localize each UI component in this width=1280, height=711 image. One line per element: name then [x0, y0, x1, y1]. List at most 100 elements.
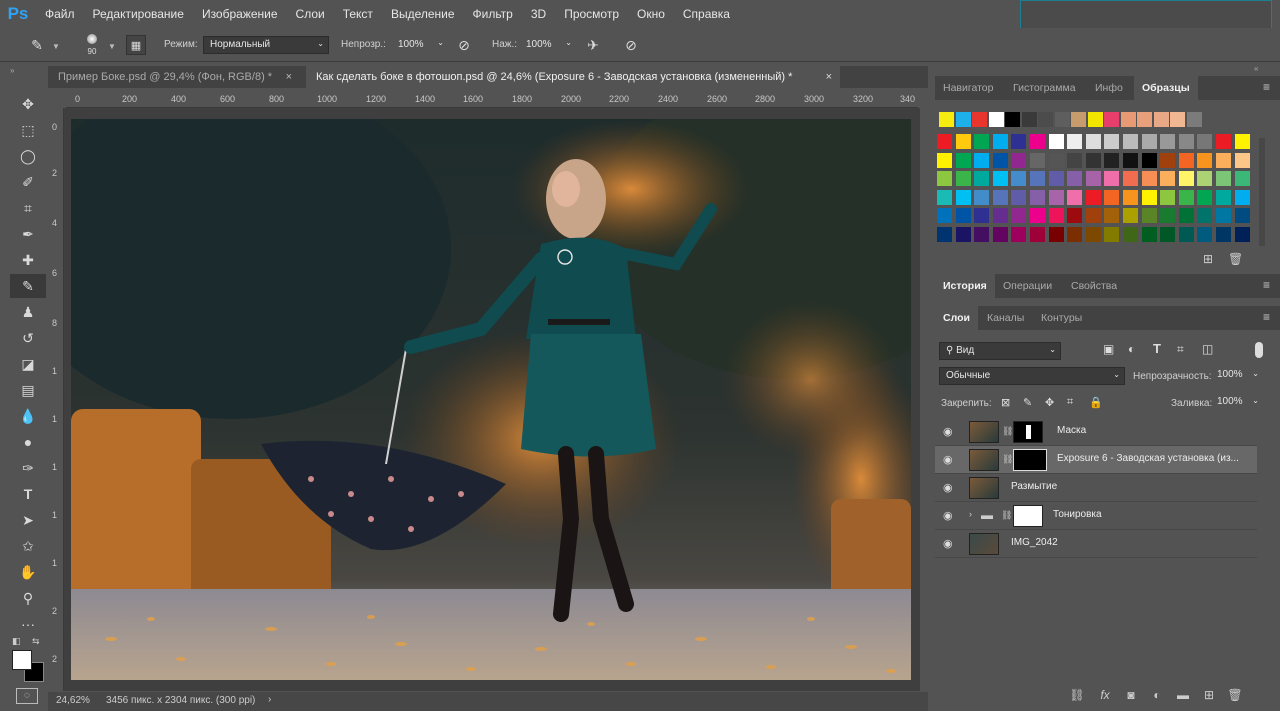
color-swatch[interactable]: [1104, 152, 1120, 168]
tab-layers[interactable]: Слои: [935, 306, 978, 330]
pen-tool-icon[interactable]: ✑: [10, 456, 46, 480]
color-swatch[interactable]: [1137, 112, 1152, 127]
color-swatch[interactable]: [1197, 152, 1213, 168]
filter-smart-object-icon[interactable]: ◫: [1202, 342, 1213, 356]
color-swatch[interactable]: [1087, 112, 1103, 127]
color-swatch[interactable]: [955, 226, 971, 242]
color-swatch[interactable]: [1141, 189, 1157, 205]
zoom-level[interactable]: 24,62%: [56, 695, 90, 706]
color-swatch[interactable]: [1011, 134, 1027, 149]
chevron-down-icon[interactable]: ▼: [52, 42, 60, 51]
eye-icon[interactable]: ◉: [943, 425, 957, 439]
color-swatch[interactable]: [992, 134, 1008, 149]
color-swatch[interactable]: [1234, 152, 1250, 168]
color-swatch[interactable]: [937, 208, 952, 223]
eye-icon[interactable]: ◉: [943, 481, 957, 495]
color-swatch[interactable]: [1048, 226, 1064, 242]
menu-image[interactable]: Изображение: [193, 7, 287, 21]
color-swatch[interactable]: [1030, 189, 1045, 205]
color-swatch[interactable]: [937, 171, 952, 186]
color-swatch[interactable]: [1141, 134, 1157, 149]
color-swatch[interactable]: [1011, 226, 1027, 242]
collapse-panels-icon[interactable]: «: [1254, 64, 1258, 73]
color-swatch[interactable]: [1178, 226, 1194, 242]
eraser-tool-icon[interactable]: ◪: [10, 352, 46, 376]
shape-tool-icon[interactable]: ✩: [10, 534, 46, 558]
path-selection-tool-icon[interactable]: ➤: [10, 508, 46, 532]
color-swatch[interactable]: [1030, 226, 1045, 242]
color-swatch[interactable]: [1104, 134, 1120, 149]
menu-type[interactable]: Текст: [334, 7, 382, 21]
filter-shape-icon[interactable]: ⌗: [1177, 342, 1184, 357]
menu-view[interactable]: Просмотр: [555, 7, 628, 21]
chevron-right-icon[interactable]: ›: [969, 509, 972, 519]
zoom-tool-icon[interactable]: ⚲: [10, 586, 46, 610]
color-swatch[interactable]: [974, 171, 990, 186]
layer-name[interactable]: Размытие: [1011, 481, 1057, 492]
color-swatch[interactable]: [1038, 112, 1053, 127]
dodge-tool-icon[interactable]: ●: [10, 430, 46, 454]
brush-tool-icon[interactable]: ✎: [26, 35, 48, 55]
tab-navigator[interactable]: Навигатор: [935, 76, 1001, 100]
color-swatch[interactable]: [1123, 134, 1138, 149]
tab-primer-boke[interactable]: Пример Боке.psd @ 29,4% (Фон, RGB/8) * ×: [48, 66, 300, 88]
opacity-input[interactable]: 100% ⌄: [394, 37, 444, 55]
history-brush-tool-icon[interactable]: ↺: [10, 326, 46, 350]
brush-tool-icon[interactable]: ✎: [10, 274, 46, 298]
color-swatch[interactable]: [955, 134, 971, 149]
color-swatch[interactable]: [1178, 152, 1194, 168]
color-swatch[interactable]: [1048, 134, 1064, 149]
color-swatch[interactable]: [1186, 112, 1202, 127]
color-swatch[interactable]: [955, 171, 971, 186]
color-swatch[interactable]: [1120, 112, 1136, 127]
hand-tool-icon[interactable]: ✋: [10, 560, 46, 584]
filter-pixel-icon[interactable]: ▣: [1103, 342, 1114, 356]
type-tool-icon[interactable]: T: [10, 482, 46, 506]
color-swatch[interactable]: [1197, 134, 1213, 149]
color-swatch[interactable]: [955, 208, 971, 223]
new-layer-icon[interactable]: ⊞: [1201, 688, 1217, 704]
color-swatch[interactable]: [955, 152, 971, 168]
layer-name[interactable]: IMG_2042: [1011, 537, 1058, 548]
airbrush-icon[interactable]: ✈: [582, 35, 604, 55]
color-swatch[interactable]: [974, 152, 990, 168]
blend-mode-select[interactable]: Обычные ⌄: [939, 367, 1125, 385]
trash-icon[interactable]: 🗑: [1228, 252, 1243, 266]
gradient-tool-icon[interactable]: ▤: [10, 378, 46, 402]
link-layers-icon[interactable]: ⛓: [1069, 688, 1085, 704]
crop-tool-icon[interactable]: ⌗: [10, 196, 46, 220]
layer-name[interactable]: Тонировка: [1053, 509, 1102, 520]
color-swatch[interactable]: [1216, 152, 1231, 168]
tab-histogram[interactable]: Гистограмма: [1005, 76, 1084, 100]
color-swatch[interactable]: [1011, 171, 1027, 186]
color-swatch[interactable]: [1085, 171, 1101, 186]
adjustment-layer-icon[interactable]: ◐: [1149, 688, 1165, 704]
color-swatch[interactable]: [1141, 208, 1157, 223]
color-swatch[interactable]: [1123, 171, 1138, 186]
color-swatch[interactable]: [992, 226, 1008, 242]
fill-input[interactable]: 100% ⌄: [1217, 396, 1259, 414]
flow-input[interactable]: 100% ⌄: [522, 37, 572, 55]
menu-edit[interactable]: Редактирование: [84, 7, 193, 21]
color-swatch[interactable]: [1104, 226, 1120, 242]
close-icon[interactable]: ×: [826, 66, 832, 88]
menu-layers[interactable]: Слои: [287, 7, 334, 21]
color-swatch[interactable]: [1030, 134, 1045, 149]
lock-transparent-icon[interactable]: ⊠: [1001, 396, 1010, 409]
color-swatch[interactable]: [1170, 112, 1185, 127]
pressure-opacity-icon[interactable]: ⊘: [453, 35, 475, 55]
filter-type-icon[interactable]: T: [1153, 341, 1161, 356]
collapse-toolbar-icon[interactable]: »: [10, 66, 46, 75]
swatches-scrollbar[interactable]: [1259, 138, 1265, 246]
new-group-icon[interactable]: ▬: [1175, 688, 1191, 704]
menu-window[interactable]: Окно: [628, 7, 674, 21]
color-swatch[interactable]: [1178, 134, 1194, 149]
color-swatch[interactable]: [1160, 171, 1176, 186]
lock-pixels-icon[interactable]: ✎: [1023, 396, 1032, 409]
color-swatch[interactable]: [1178, 189, 1194, 205]
color-swatch[interactable]: [955, 189, 971, 205]
layer-name[interactable]: Exposure 6 - Заводская установка (из...: [1057, 453, 1239, 464]
menu-help[interactable]: Справка: [674, 7, 739, 21]
link-icon[interactable]: ⛓: [1001, 510, 1012, 521]
color-swatch[interactable]: [937, 189, 952, 205]
